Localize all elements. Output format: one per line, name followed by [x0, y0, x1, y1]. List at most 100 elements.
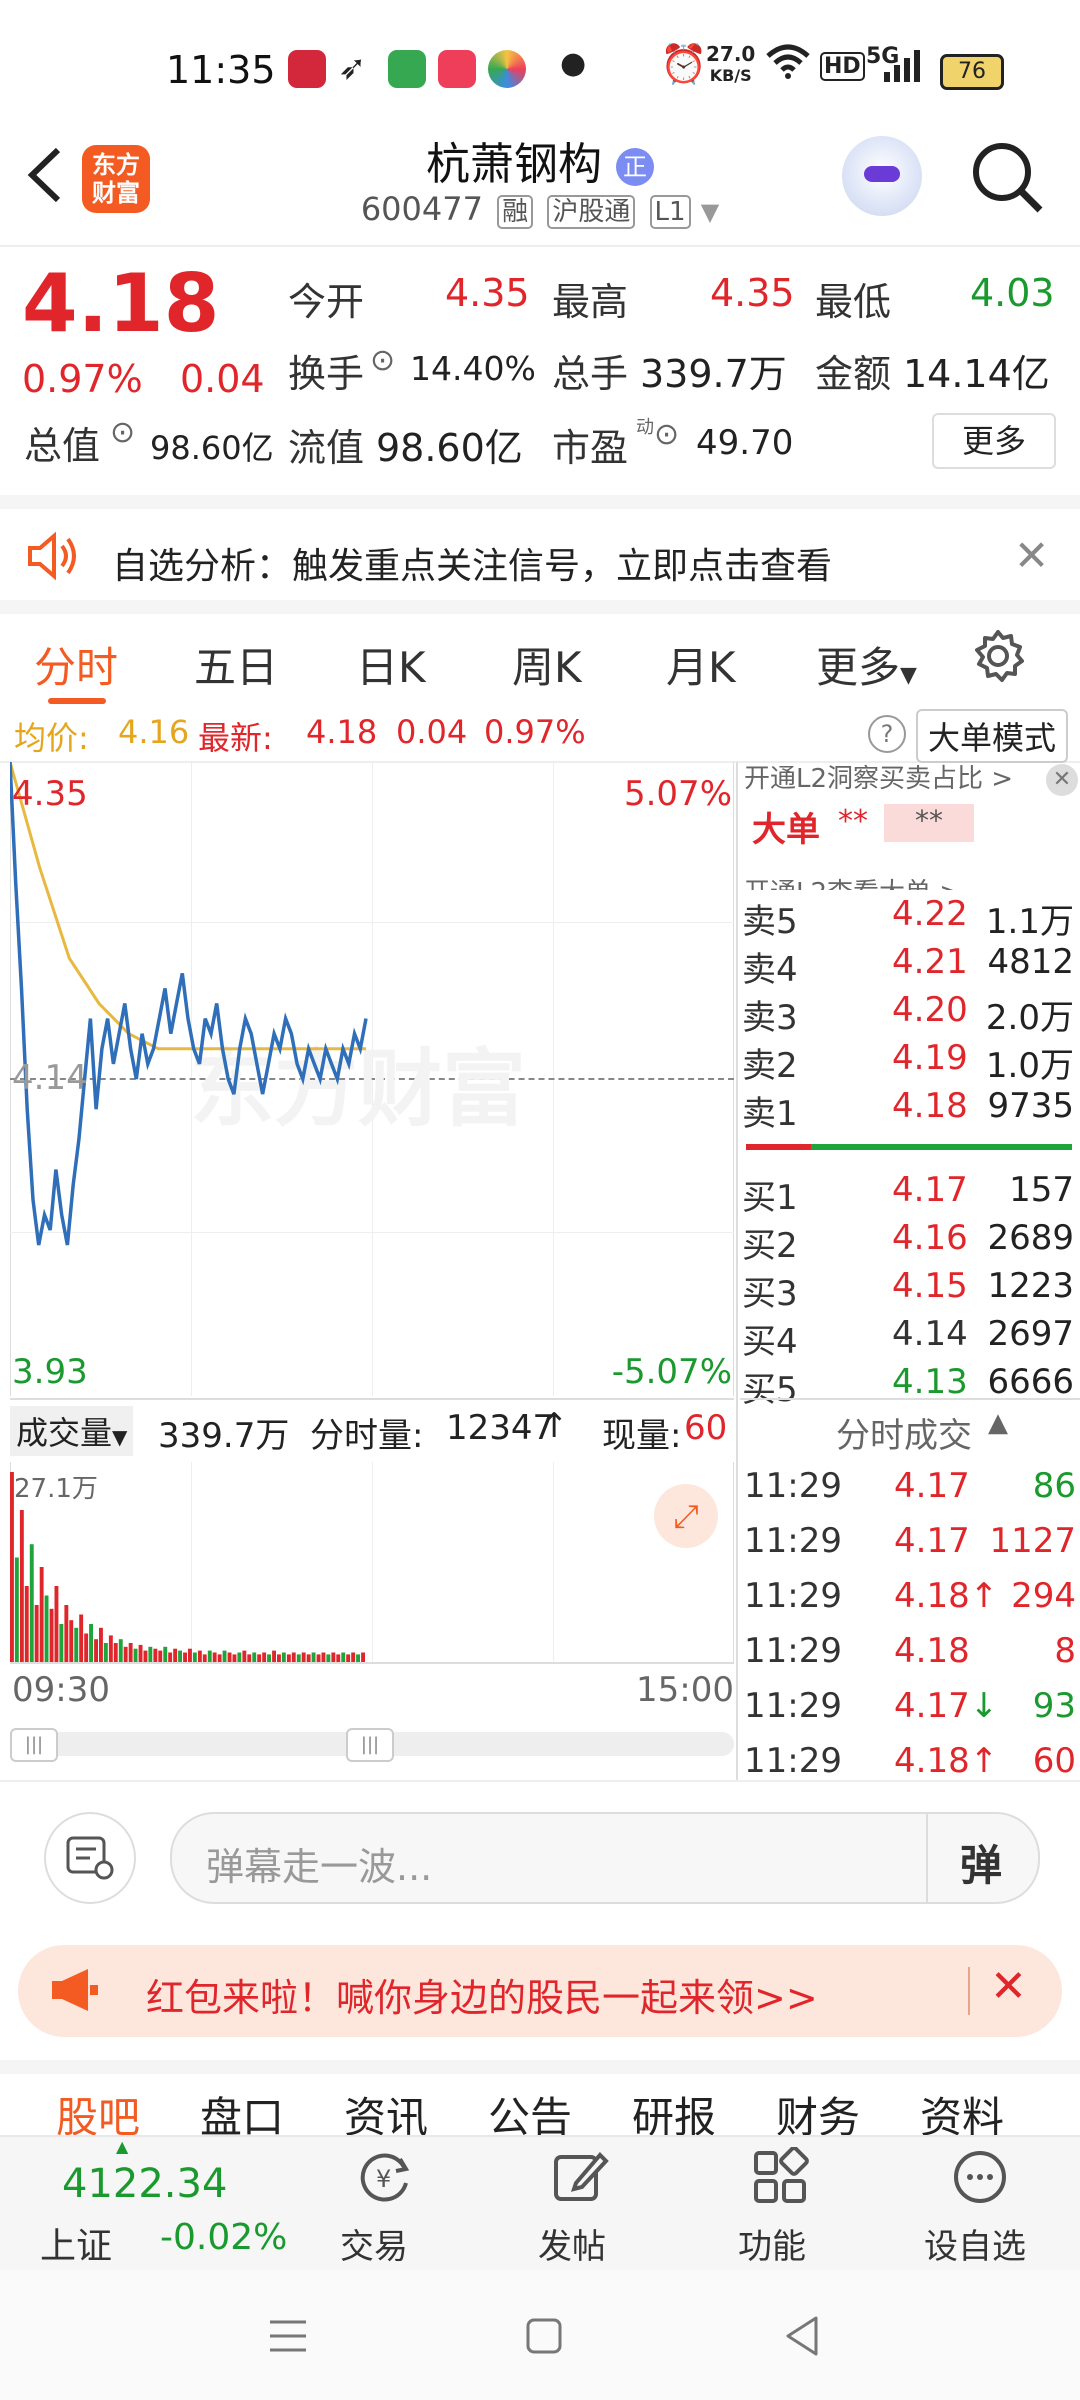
ask-row-1[interactable]: 卖1 4.18 9735: [742, 1086, 1074, 1134]
bid-label: 买1: [742, 1178, 798, 1218]
volume-bar: [232, 1654, 237, 1662]
turnover-label: 换手: [288, 352, 365, 396]
tab-five-day[interactable]: 五日: [194, 634, 278, 695]
speaker-icon: [26, 531, 82, 585]
volume-bar: [118, 1639, 123, 1662]
intraday-chart[interactable]: 东方财富 4.35 5.07% 4.14 3.93 -5.07%: [10, 762, 734, 1396]
tab-more[interactable]: 更多▼: [816, 634, 917, 695]
tick-volume: 93: [1032, 1686, 1076, 1726]
turnover-value: 14.40%: [410, 349, 536, 388]
volume-bar: [306, 1654, 311, 1662]
scroll-handle-right[interactable]: |||: [346, 1728, 394, 1762]
shop-app-icon: [438, 50, 476, 88]
volume-bar: [316, 1654, 321, 1662]
status-time: 11:35: [166, 48, 276, 92]
tick-row: 11:29 4.18↑ 294: [744, 1576, 1076, 1626]
svg-text:¥: ¥: [376, 2165, 391, 2193]
now-volume-label: 现量:: [602, 1416, 682, 1456]
volume-chart[interactable]: 27.1万 ⤢: [10, 1462, 734, 1664]
info-icon[interactable]: ⊙: [654, 417, 679, 452]
add-watchlist-button[interactable]: 设自选: [906, 2137, 1056, 2267]
menu-icon[interactable]: [268, 2316, 308, 2360]
trade-icon: ¥: [354, 2147, 414, 2211]
index-ticker[interactable]: ▲ 4122.34 上证 -0.02%: [20, 2137, 290, 2267]
volume-bar: [286, 1654, 291, 1662]
time-end-label: 15:00: [636, 1670, 734, 1710]
tab-daily-k[interactable]: 日K: [356, 634, 426, 695]
scroll-handle-left[interactable]: |||: [10, 1728, 58, 1762]
big-order-panel[interactable]: 开通L2洞察买卖占比 > ✕ 大单 ** ** 开通L2查看大单 >: [740, 762, 1080, 890]
tick-volume: 1127: [989, 1521, 1076, 1561]
bid-row-4[interactable]: 买4 4.14 2697: [742, 1314, 1074, 1362]
price-lines: [10, 762, 368, 1246]
volume-value: 339.7万: [158, 1416, 290, 1456]
danmu-input[interactable]: 弹幕走一波... 弹: [170, 1812, 1040, 1904]
ask-price: 4.18: [892, 1086, 968, 1126]
ask-row-3[interactable]: 卖3 4.20 2.0万: [742, 990, 1074, 1038]
down-arrow-icon: ↓: [969, 1686, 999, 1726]
volume-bar: [163, 1646, 168, 1662]
volume-bar: [217, 1654, 222, 1662]
home-icon[interactable]: [524, 2316, 564, 2360]
avg-value: 4.16: [118, 713, 190, 751]
volume-bar: [178, 1650, 182, 1662]
close-icon[interactable]: ✕: [990, 1961, 1027, 2012]
volume-bar: [188, 1648, 192, 1662]
bid-row-3[interactable]: 买3 4.15 1223: [742, 1266, 1074, 1314]
tick-volume-label: 分时量:: [310, 1416, 424, 1456]
gear-icon[interactable]: [970, 628, 1026, 688]
function-button[interactable]: 功能: [722, 2137, 842, 2267]
bid-row-2[interactable]: 买2 4.16 2689: [742, 1218, 1074, 1266]
tab-monthly-k[interactable]: 月K: [666, 634, 736, 695]
volume-bar: [356, 1654, 360, 1662]
volume-selector[interactable]: 成交量▼: [10, 1406, 134, 1456]
comment-list-icon[interactable]: [44, 1812, 136, 1904]
analysis-notice[interactable]: 自选分析：触发重点关注信号，立即点击查看 ✕: [0, 495, 1080, 609]
dot-icon: ●: [560, 46, 587, 81]
ask-price: 4.19: [892, 1038, 968, 1078]
close-icon[interactable]: ✕: [1014, 531, 1049, 580]
volume-bar: [143, 1650, 148, 1662]
price-bottom-label: 3.93: [12, 1352, 88, 1392]
more-button[interactable]: 更多: [932, 413, 1056, 469]
pct-bottom-label: -5.07%: [611, 1352, 732, 1392]
volume-bar: [321, 1652, 326, 1662]
back-icon[interactable]: [782, 2314, 822, 2362]
info-icon[interactable]: ⊙: [110, 415, 135, 450]
volume-bar: [242, 1650, 247, 1662]
expand-icon[interactable]: ⤢: [654, 1484, 718, 1548]
ask-volume: 9735: [987, 1086, 1074, 1126]
help-icon[interactable]: ?: [868, 715, 906, 753]
volume-bar: [296, 1654, 301, 1662]
volume-bar: [301, 1652, 306, 1662]
big-order-mode-button[interactable]: 大单模式: [916, 709, 1069, 763]
trade-button[interactable]: ¥ 交易: [326, 2137, 446, 2267]
tab-weekly-k[interactable]: 周K: [512, 634, 582, 695]
danmu-toggle-button[interactable]: 弹: [960, 1832, 1002, 1893]
tab-intraday[interactable]: 分时: [34, 634, 118, 695]
robot-assistant-icon[interactable]: [842, 136, 922, 216]
search-icon[interactable]: [970, 140, 1046, 220]
tick-trades[interactable]: 分时成交 ▲ 11:29 4.17 86 11:29 4.17 1127 11:29 4.…: [740, 1398, 1080, 1782]
info-icon[interactable]: ⊙: [370, 343, 395, 378]
volume-label: 成交量: [16, 1414, 113, 1452]
time-scrollbar[interactable]: ||| |||: [10, 1728, 734, 1762]
post-button[interactable]: 发帖: [522, 2137, 642, 2267]
volume-header: 成交量▼ 339.7万 分时量: 12347 ↑ 现量: 60: [10, 1398, 734, 1460]
tick-volume-value: 12347: [446, 1408, 555, 1448]
stock-code-row[interactable]: 600477 融 沪股通 L1 ▼: [0, 190, 1080, 229]
ask-label: 卖2: [742, 1046, 798, 1086]
shield-app-icon: [388, 50, 426, 88]
close-icon[interactable]: ✕: [1046, 764, 1078, 796]
ask-label: 卖4: [742, 950, 798, 990]
bid-row-1[interactable]: 买1 4.17 157: [742, 1170, 1074, 1218]
red-packet-banner[interactable]: 红包来啦！喊你身边的股民一起来领>> ✕: [18, 1945, 1062, 2037]
tick-time: 11:29: [744, 1686, 842, 1726]
ask-row-2[interactable]: 卖2 4.19 1.0万: [742, 1038, 1074, 1086]
amount-label: 金额: [815, 352, 892, 396]
ask-row-5[interactable]: 卖5 4.22 1.1万: [742, 894, 1074, 942]
tick-row: 11:29 4.18 8: [744, 1631, 1076, 1681]
ask-row-4[interactable]: 卖4 4.21 4812: [742, 942, 1074, 990]
volume-bar: [79, 1614, 84, 1662]
bid-price: 4.14: [892, 1314, 968, 1354]
